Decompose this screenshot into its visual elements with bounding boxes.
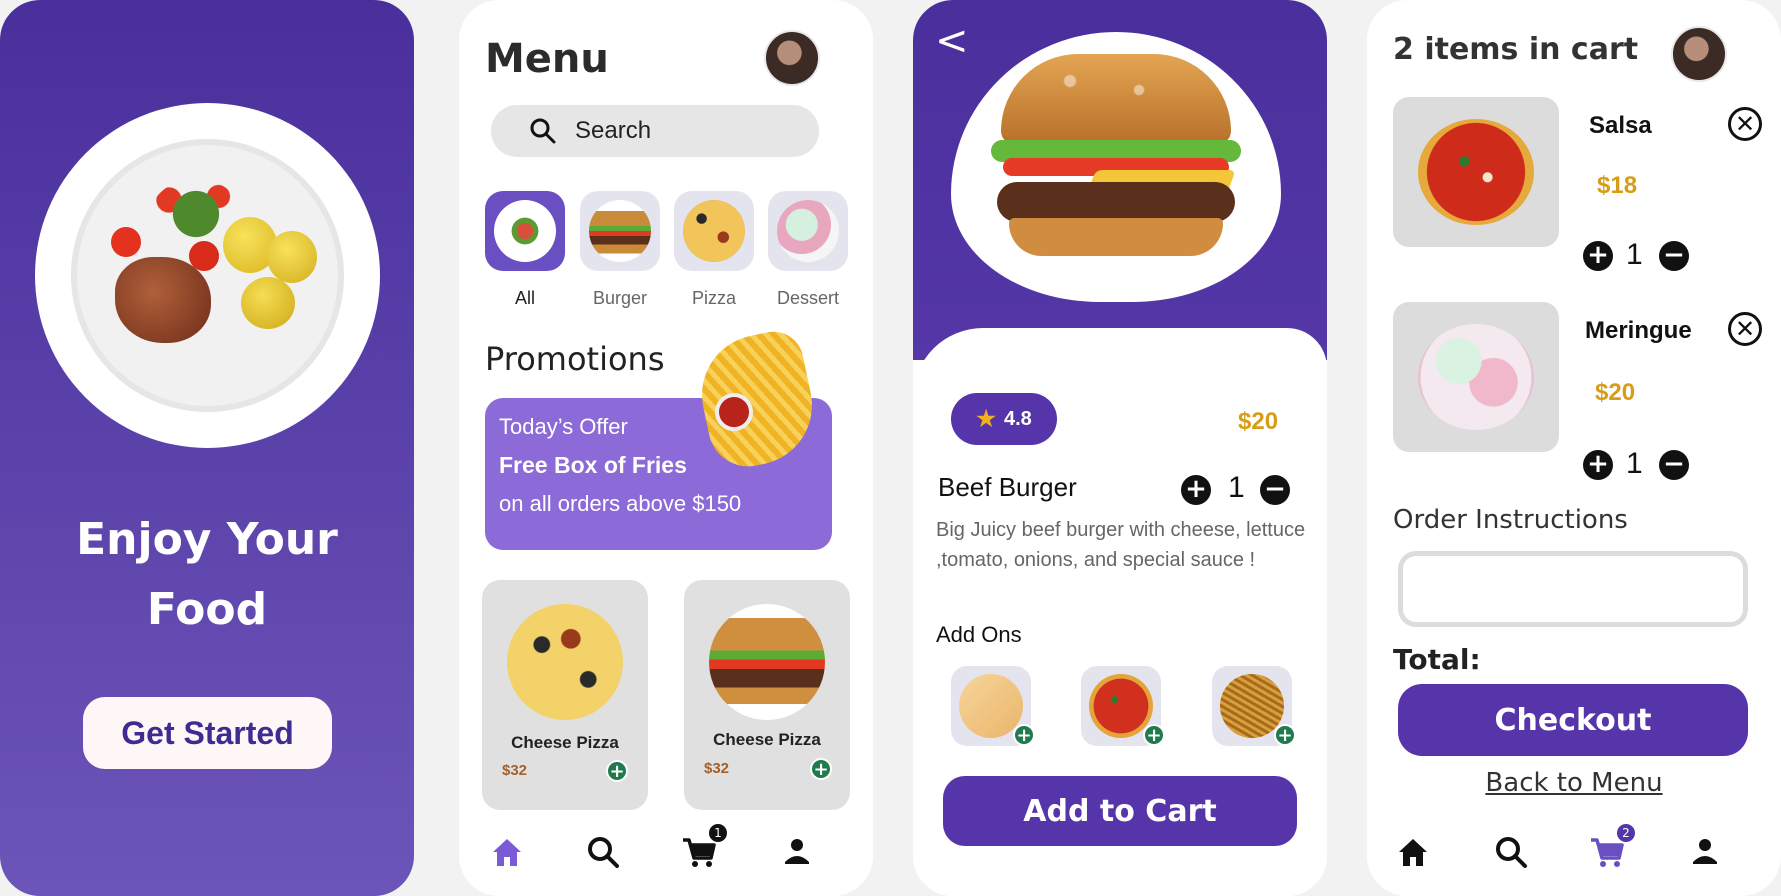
item-price: $20 bbox=[1238, 408, 1279, 435]
headline-line2: Food bbox=[146, 584, 268, 635]
cart-item-price: $20 bbox=[1595, 379, 1636, 406]
remove-item-button[interactable]: ✕ bbox=[1728, 312, 1762, 346]
category-label-burger: Burger bbox=[592, 288, 648, 308]
add-addon-button[interactable]: + bbox=[1013, 724, 1035, 746]
burger-icon bbox=[589, 200, 651, 262]
avatar[interactable] bbox=[1671, 26, 1727, 82]
salsa-icon bbox=[1418, 119, 1534, 225]
dessert-icon bbox=[777, 200, 839, 262]
back-button[interactable]: < bbox=[935, 18, 969, 64]
headline-line1: Enjoy Your bbox=[76, 514, 338, 565]
cart-badge: 1 bbox=[709, 824, 727, 842]
cheese-icon bbox=[959, 674, 1023, 738]
category-pizza[interactable] bbox=[674, 191, 754, 271]
add-addon-button[interactable]: + bbox=[1274, 724, 1296, 746]
product-card[interactable]: Cheese Pizza $32 + bbox=[482, 580, 648, 810]
cart-badge: 2 bbox=[1617, 824, 1635, 842]
add-to-cart-button[interactable]: Add to Cart bbox=[943, 776, 1297, 846]
page-title: Menu bbox=[485, 36, 609, 82]
cart-item-name: Meringue bbox=[1585, 317, 1692, 344]
decrease-quantity-button[interactable]: − bbox=[1659, 241, 1689, 271]
profile-icon[interactable] bbox=[777, 832, 817, 872]
total-label: Total: bbox=[1393, 643, 1481, 676]
add-product-button[interactable]: + bbox=[606, 760, 628, 782]
home-icon[interactable] bbox=[1393, 832, 1433, 872]
addon-noodles[interactable]: + bbox=[1212, 666, 1296, 746]
rating-value: 4.8 bbox=[1003, 407, 1032, 430]
search-icon[interactable] bbox=[583, 832, 623, 872]
menu-screen: Menu Search All Burger Pizza Dessert Pro… bbox=[459, 0, 873, 896]
decrease-quantity-button[interactable]: − bbox=[1260, 475, 1290, 505]
add-product-button[interactable]: + bbox=[810, 758, 832, 780]
cart-item-name: Salsa bbox=[1589, 112, 1652, 139]
category-label-dessert: Dessert bbox=[776, 288, 839, 308]
addon-cheese[interactable]: + bbox=[951, 666, 1035, 746]
cart-item-price: $18 bbox=[1597, 172, 1638, 199]
category-label-pizza: Pizza bbox=[691, 288, 736, 308]
bottom-nav: 2 bbox=[1367, 824, 1781, 882]
rating-badge: ★ 4.8 bbox=[951, 393, 1057, 445]
checkout-button[interactable]: Checkout bbox=[1398, 684, 1748, 756]
pizza-image bbox=[507, 604, 623, 720]
app-showcase: Enjoy Your Food Get Started Menu Search … bbox=[0, 0, 1781, 896]
salsa-icon bbox=[1089, 674, 1153, 738]
category-label-all: All bbox=[514, 288, 535, 308]
product-price: $32 bbox=[704, 760, 730, 777]
cart-item-image bbox=[1393, 97, 1559, 247]
search-input[interactable]: Search bbox=[575, 117, 651, 145]
get-started-button[interactable]: Get Started bbox=[83, 697, 332, 769]
order-instructions-input[interactable] bbox=[1398, 551, 1748, 627]
burger-image bbox=[709, 604, 825, 720]
cart-item-quantity: 1 bbox=[1626, 447, 1643, 480]
home-icon[interactable] bbox=[487, 832, 527, 872]
addon-salsa[interactable]: + bbox=[1081, 666, 1165, 746]
bottom-nav: 1 bbox=[459, 824, 873, 882]
category-burger[interactable] bbox=[580, 191, 660, 271]
meringue-icon bbox=[1418, 324, 1534, 430]
item-description: Big Juicy beef burger with cheese, lettu… bbox=[936, 519, 1306, 571]
welcome-screen: Enjoy Your Food Get Started bbox=[0, 0, 414, 896]
cart-screen: 2 items in cart Salsa ✕ $18 + 1 − Mering… bbox=[1367, 0, 1781, 896]
increase-quantity-button[interactable]: + bbox=[1583, 241, 1613, 271]
detail-screen: < ★ 4.8 $20 Beef Burger + 1 − Big Juicy … bbox=[913, 0, 1327, 896]
plate-icon bbox=[494, 200, 556, 262]
promo-line3: on all orders above $150 bbox=[499, 491, 742, 516]
quantity-value: 1 bbox=[1228, 471, 1245, 504]
product-name: Cheese Pizza bbox=[713, 730, 821, 749]
product-price: $32 bbox=[502, 762, 528, 779]
remove-item-button[interactable]: ✕ bbox=[1728, 107, 1762, 141]
ketchup-icon bbox=[711, 389, 757, 435]
increase-quantity-button[interactable]: + bbox=[1181, 475, 1211, 505]
noodles-icon bbox=[1220, 674, 1284, 738]
promotions-title: Promotions bbox=[485, 340, 665, 378]
item-name: Beef Burger bbox=[938, 472, 1077, 502]
order-instructions-label: Order Instructions bbox=[1393, 505, 1628, 535]
category-all[interactable] bbox=[485, 191, 565, 271]
product-card[interactable]: Cheese Pizza $32 + bbox=[684, 580, 850, 810]
decrease-quantity-button[interactable]: − bbox=[1659, 450, 1689, 480]
welcome-headline: Enjoy Your Food bbox=[0, 505, 414, 645]
search-icon[interactable] bbox=[1491, 832, 1531, 872]
plate-icon bbox=[71, 139, 344, 412]
addons-title: Add Ons bbox=[936, 622, 1022, 647]
hero-plate-image bbox=[35, 103, 380, 448]
add-addon-button[interactable]: + bbox=[1143, 724, 1165, 746]
profile-icon[interactable] bbox=[1685, 832, 1725, 872]
search-bar[interactable]: Search bbox=[491, 105, 819, 157]
back-to-menu-link[interactable]: Back to Menu bbox=[1367, 768, 1781, 798]
category-dessert[interactable] bbox=[768, 191, 848, 271]
cart-item-image bbox=[1393, 302, 1559, 452]
pizza-icon bbox=[683, 200, 745, 262]
search-icon bbox=[530, 118, 556, 144]
product-name: Cheese Pizza bbox=[511, 733, 619, 752]
star-icon: ★ bbox=[976, 406, 996, 431]
cart-item-quantity: 1 bbox=[1626, 238, 1643, 271]
cart-title: 2 items in cart bbox=[1393, 32, 1639, 67]
increase-quantity-button[interactable]: + bbox=[1583, 450, 1613, 480]
avatar[interactable] bbox=[764, 30, 820, 86]
